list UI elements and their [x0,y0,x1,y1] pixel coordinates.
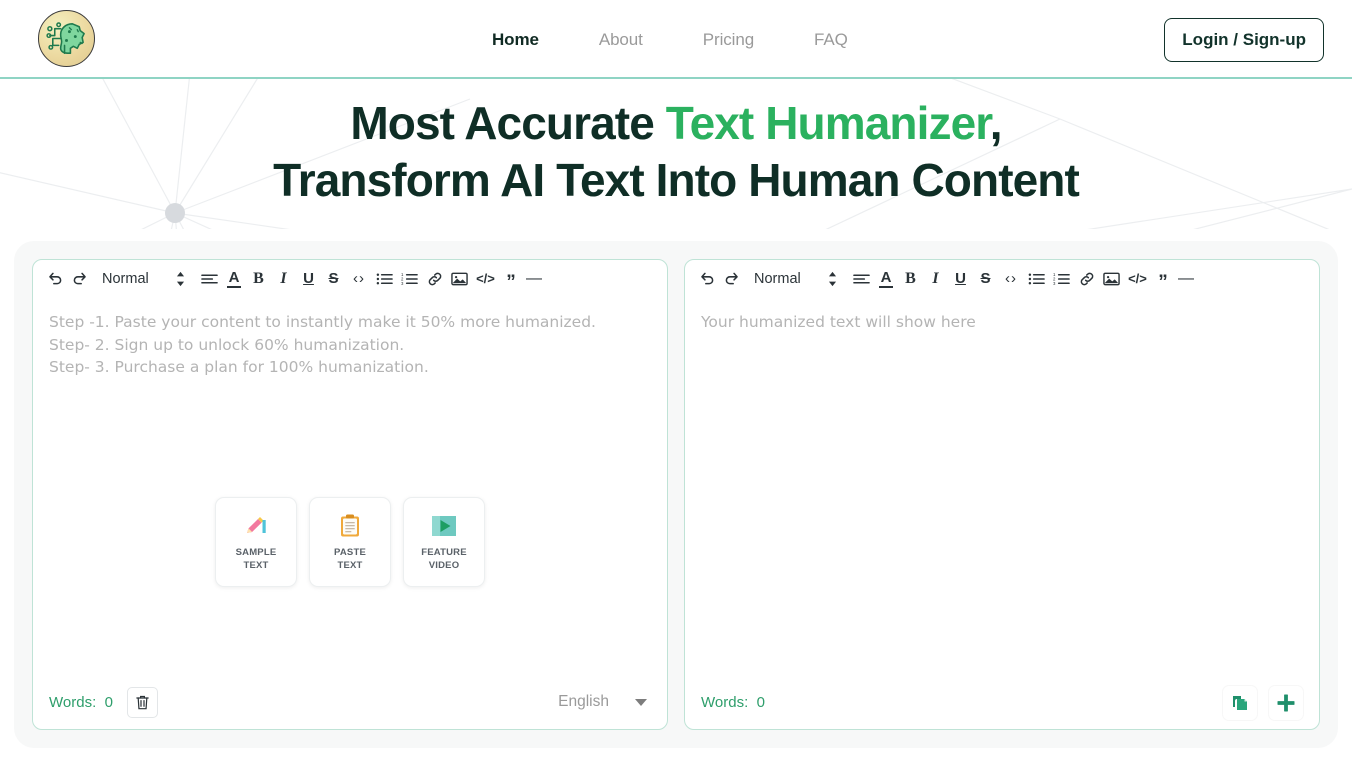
hero-line2: Transform AI Text Into Human Content [273,154,1080,206]
nav-link-about[interactable]: About [569,30,673,50]
nav-links: Home About Pricing FAQ [462,0,878,79]
horizontal-rule-icon[interactable]: — [1175,267,1197,291]
undo-icon[interactable] [695,267,719,291]
align-icon[interactable] [197,267,222,291]
input-word-count-label: Words: 0 [49,693,113,711]
output-word-count-label: Words: 0 [701,693,765,711]
input-text-area[interactable]: Step -1. Paste your content to instantly… [33,297,667,675]
plus-icon [1277,694,1295,712]
copy-button[interactable] [1223,686,1257,720]
strikethrough-button[interactable]: S [973,267,998,291]
login-signup-button[interactable]: Login / Sign-up [1164,18,1324,62]
code-icon[interactable]: </> [1124,267,1151,291]
sample-text-card-label: SAMPLE TEXT [235,546,277,571]
stepper-icon[interactable] [169,267,191,291]
pencil-icon [243,513,269,539]
underline-button[interactable]: U [948,267,973,291]
horizontal-rule-icon[interactable]: — [523,267,545,291]
redo-icon[interactable] [719,267,743,291]
image-icon[interactable] [1099,267,1124,291]
paste-text-card-label: PASTE TEXT [334,546,366,571]
hero-line1-post: , [989,97,1003,149]
undo-icon[interactable] [43,267,67,291]
code-icon[interactable]: </> [472,267,499,291]
language-selector[interactable]: English [558,693,647,711]
clipboard-icon [337,513,363,539]
input-placeholder: Step -1. Paste your content to instantly… [49,313,596,376]
nav-link-home[interactable]: Home [462,30,569,50]
add-button[interactable] [1269,686,1303,720]
numbered-list-icon[interactable]: 123 [397,267,422,291]
paste-text-card[interactable]: PASTE TEXT [309,497,391,587]
ai-brain-circuit-logo[interactable] [38,10,95,67]
quick-action-cards: SAMPLE TEXT PASTE TEXT FEATURE VIDEO [215,497,485,587]
output-editor-footer: Words: 0 [685,675,1319,729]
input-editor-footer: Words: 0 English [33,675,667,729]
output-text-area[interactable]: Your humanized text will show here [685,297,1319,675]
angle-brackets-icon[interactable]: ‹› [998,267,1024,291]
image-icon[interactable] [447,267,472,291]
svg-text:3: 3 [401,280,404,285]
output-action-buttons [1223,686,1303,720]
bold-button[interactable]: B [246,267,271,291]
quote-icon[interactable]: ” [1151,267,1175,292]
language-selector-value: English [558,693,609,710]
top-navigation-bar: Home About Pricing FAQ Login / Sign-up [0,0,1352,79]
hero-section: Most Accurate Text Humanizer, Transform … [0,79,1352,229]
italic-button[interactable]: I [923,267,948,291]
redo-icon[interactable] [67,267,91,291]
svg-text:3: 3 [1053,280,1056,285]
nav-link-pricing[interactable]: Pricing [673,30,784,50]
bold-button[interactable]: B [898,267,923,291]
clear-input-button[interactable] [126,686,158,718]
quote-icon[interactable]: ” [499,267,523,292]
numbered-list-icon[interactable]: 123 [1049,267,1074,291]
feature-video-card-label: FEATURE VIDEO [421,546,467,571]
format-dropdown[interactable]: Normal [99,267,169,291]
output-toolbar: Normal A B I U S ‹› 123 </> ” — [685,260,1319,297]
link-icon[interactable] [422,267,447,291]
page-title: Most Accurate Text Humanizer, Transform … [0,95,1352,209]
editor-panel-container: Normal A B I U S ‹› 123 </> ” — Step -1.… [14,241,1338,748]
input-toolbar: Normal A B I U S ‹› 123 </> ” — [33,260,667,297]
font-color-icon[interactable]: A [879,269,893,288]
copy-icon [1233,696,1247,710]
output-word-count-value: 0 [756,693,765,711]
sample-text-card[interactable]: SAMPLE TEXT [215,497,297,587]
feature-video-card[interactable]: FEATURE VIDEO [403,497,485,587]
input-editor: Normal A B I U S ‹› 123 </> ” — Step -1.… [32,259,668,730]
nav-link-faq[interactable]: FAQ [784,30,878,50]
stepper-icon[interactable] [821,267,843,291]
underline-button[interactable]: U [296,267,321,291]
font-color-icon[interactable]: A [227,269,241,288]
link-icon[interactable] [1074,267,1099,291]
output-editor: Normal A B I U S ‹› 123 </> ” — Your hum… [684,259,1320,730]
format-dropdown[interactable]: Normal [751,267,821,291]
input-word-count-value: 0 [104,693,113,711]
bullet-list-icon[interactable] [372,267,397,291]
hero-line1-highlight: Text Humanizer [665,97,991,149]
italic-button[interactable]: I [271,267,296,291]
strikethrough-button[interactable]: S [321,267,346,291]
hero-line1-pre: Most Accurate [350,97,666,149]
play-video-icon [431,513,457,539]
output-placeholder: Your humanized text will show here [701,313,976,331]
chevron-down-icon [635,698,647,706]
brain-circuit-icon [46,22,85,54]
bullet-list-icon[interactable] [1024,267,1049,291]
align-icon[interactable] [849,267,874,291]
angle-brackets-icon[interactable]: ‹› [346,267,372,291]
